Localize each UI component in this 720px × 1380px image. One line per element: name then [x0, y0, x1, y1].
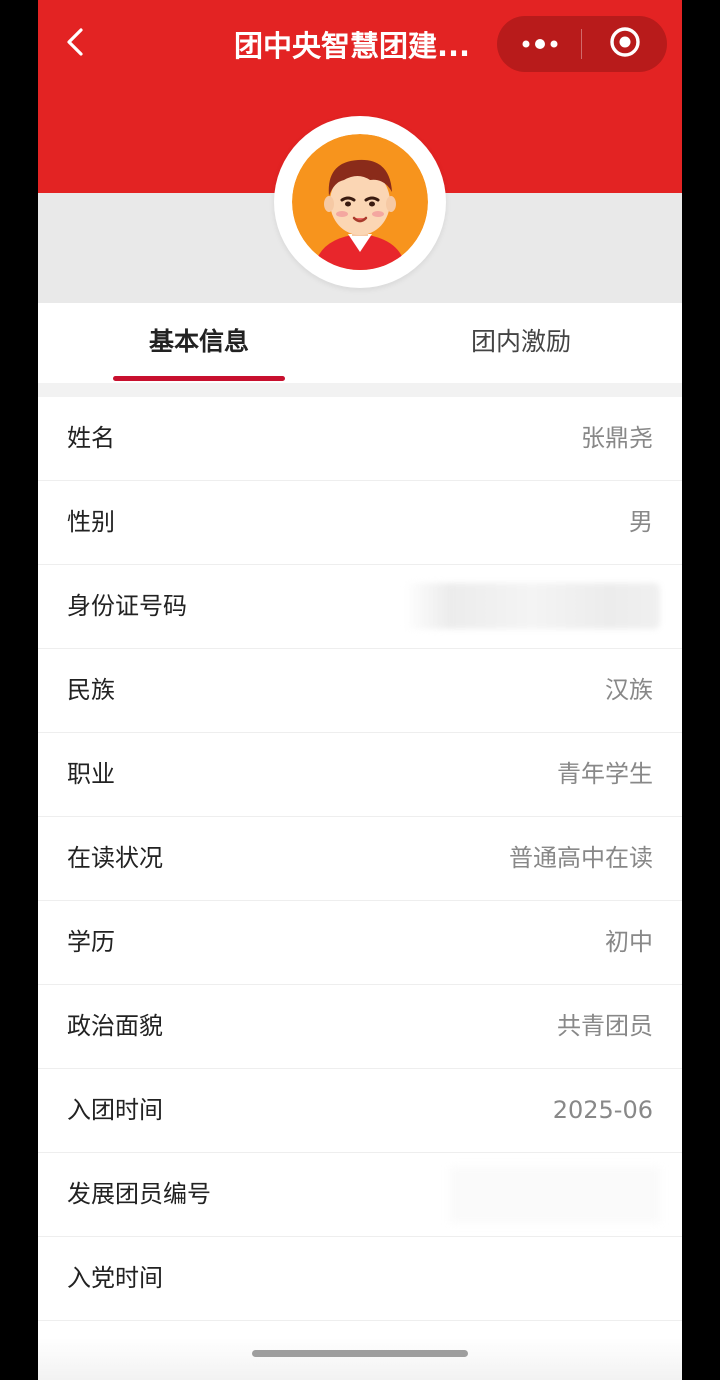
- row-value: 初中: [605, 928, 653, 956]
- section-divider: [38, 383, 682, 397]
- row-label: 在读状况: [67, 844, 163, 872]
- avatar[interactable]: [292, 134, 428, 270]
- tab-incentives[interactable]: 团内激励: [360, 303, 682, 383]
- row-value: 共青团员: [557, 1012, 653, 1040]
- row-label: 政治面貌: [67, 1012, 163, 1040]
- info-row-study-status[interactable]: 在读状况 普通高中在读: [38, 817, 682, 901]
- row-value: 普通高中在读: [509, 844, 653, 872]
- info-row-member-number[interactable]: 发展团员编号: [38, 1153, 682, 1237]
- info-row-education[interactable]: 学历 初中: [38, 901, 682, 985]
- redacted-value: [404, 583, 660, 629]
- info-row-name[interactable]: 姓名 张鼎尧: [38, 397, 682, 481]
- info-row-join-date[interactable]: 入团时间 2025-06: [38, 1069, 682, 1153]
- redacted-value: [450, 1167, 660, 1223]
- row-value: 张鼎尧: [581, 424, 653, 452]
- back-button[interactable]: [58, 24, 92, 64]
- info-row-ethnicity[interactable]: 民族 汉族: [38, 649, 682, 733]
- close-miniprogram-button[interactable]: [582, 16, 667, 72]
- target-circle-icon: [608, 25, 642, 63]
- row-value: 2025-06: [552, 1096, 653, 1124]
- row-label: 入党时间: [67, 1264, 163, 1292]
- row-label: 入团时间: [67, 1096, 163, 1124]
- more-dots-icon: [520, 35, 560, 54]
- active-tab-indicator: [113, 376, 285, 381]
- info-row-party-join-date[interactable]: 入党时间: [38, 1237, 682, 1321]
- info-row-occupation[interactable]: 职业 青年学生: [38, 733, 682, 817]
- bottom-fade: [38, 1338, 682, 1380]
- info-list: 姓名 张鼎尧 性别 男 身份证号码 民族 汉族 职业 青年学生 在读状况 普通高…: [38, 397, 682, 1321]
- tab-basic-info[interactable]: 基本信息: [38, 303, 360, 383]
- row-value: 汉族: [605, 676, 653, 704]
- row-label: 职业: [67, 760, 115, 788]
- page-title: 团中央智慧团建...: [234, 29, 471, 63]
- row-value: 青年学生: [557, 760, 653, 788]
- row-value: 男: [629, 508, 653, 536]
- info-row-id-number[interactable]: 身份证号码: [38, 565, 682, 649]
- tab-bar: 基本信息 团内激励: [38, 303, 682, 383]
- row-label: 发展团员编号: [67, 1180, 211, 1208]
- row-label: 姓名: [67, 424, 115, 452]
- info-row-gender[interactable]: 性别 男: [38, 481, 682, 565]
- row-label: 性别: [67, 508, 115, 536]
- row-label: 学历: [67, 928, 115, 956]
- more-button[interactable]: [497, 16, 582, 72]
- app-screen: 团中央智慧团建... 基本信息 团内激励 姓名 张鼎尧 性别 男 身份证号码 民…: [38, 0, 682, 1380]
- miniprogram-capsule: [497, 16, 667, 72]
- avatar-frame: [274, 116, 446, 288]
- chevron-left-icon: [64, 26, 86, 62]
- info-row-political-status[interactable]: 政治面貌 共青团员: [38, 985, 682, 1069]
- home-indicator[interactable]: [252, 1350, 468, 1357]
- cartoon-boy-avatar-icon: [292, 134, 428, 270]
- row-label: 身份证号码: [67, 592, 187, 620]
- row-label: 民族: [67, 676, 115, 704]
